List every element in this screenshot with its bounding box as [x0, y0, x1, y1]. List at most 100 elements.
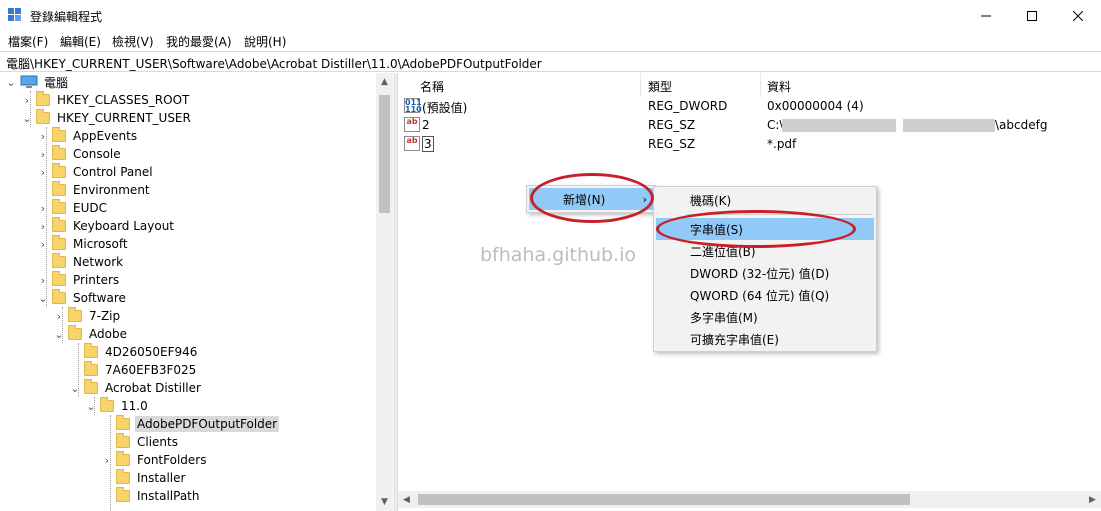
value-data-prefix: C:\ — [767, 118, 784, 132]
folder-icon — [52, 289, 66, 304]
expand-toggle[interactable]: › — [20, 93, 34, 107]
expand-toggle[interactable]: › — [36, 165, 50, 179]
expand-toggle[interactable]: › — [36, 237, 50, 251]
list-scroll-thumb[interactable] — [418, 494, 910, 505]
tree-item-appevents[interactable]: › AppEvents — [36, 127, 139, 145]
value-type: REG_SZ — [648, 137, 696, 151]
folder-icon — [52, 235, 66, 250]
expand-toggle[interactable]: › — [52, 309, 66, 323]
column-data-header[interactable]: 資料 — [767, 78, 791, 95]
tree-item-environment[interactable]: Environment — [36, 181, 152, 199]
tree-item-11-0[interactable]: ⌄ 11.0 — [84, 397, 150, 415]
tree-item-network[interactable]: Network — [36, 253, 125, 271]
folder-icon — [52, 145, 66, 160]
tree-item-hkcr[interactable]: › HKEY_CLASSES_ROOT — [20, 91, 191, 109]
collapse-toggle[interactable]: ⌄ — [68, 381, 82, 395]
address-bar[interactable]: 電腦\HKEY_CURRENT_USER\Software\Adobe\Acro… — [0, 51, 1101, 72]
close-button[interactable] — [1055, 0, 1101, 31]
value-row[interactable]: 011 110 (預設值) REG_DWORD 0x00000004 (4) — [398, 97, 1101, 116]
folder-icon — [116, 487, 130, 502]
menu-help[interactable]: 說明(H) — [244, 33, 286, 50]
tree-item-installpath[interactable]: InstallPath — [100, 487, 201, 505]
tree-item-clients[interactable]: Clients — [100, 433, 180, 451]
tree-item-software[interactable]: ⌄ Software — [36, 289, 128, 307]
folder-icon — [36, 91, 50, 106]
menu-item-multi-string-value[interactable]: 多字串值(M) — [656, 306, 874, 328]
expand-toggle[interactable]: › — [36, 219, 50, 233]
collapse-toggle[interactable]: ⌄ — [52, 327, 66, 341]
expand-toggle[interactable]: › — [36, 129, 50, 143]
menu-item-label: 二進位值(B) — [690, 244, 756, 259]
expand-toggle[interactable]: › — [36, 273, 50, 287]
address-path[interactable]: 電腦\HKEY_CURRENT_USER\Software\Adobe\Acro… — [6, 55, 542, 72]
value-row[interactable]: ab 3 REG_SZ *.pdf — [398, 135, 1101, 154]
menu-file[interactable]: 檔案(F) — [8, 33, 48, 50]
value-data-suffix: \abcdefg — [995, 118, 1048, 132]
value-name-edit[interactable]: 3 — [422, 136, 434, 152]
tree-item-keyboard-layout[interactable]: › Keyboard Layout — [36, 217, 176, 235]
column-type-header[interactable]: 類型 — [648, 78, 672, 95]
tree-item-7zip[interactable]: › 7-Zip — [52, 307, 122, 325]
menu-item-new[interactable]: 新增(N) › — [529, 188, 653, 210]
scroll-up-icon[interactable]: ▲ — [376, 73, 393, 90]
tree-item-control-panel[interactable]: › Control Panel — [36, 163, 155, 181]
tree-item-computer[interactable]: ⌄ 電腦 — [4, 73, 70, 91]
tree-vertical-scrollbar[interactable]: ▲ ▼ — [376, 73, 393, 511]
scroll-left-icon[interactable]: ◀ — [398, 491, 415, 508]
collapse-toggle[interactable]: ⌄ — [4, 75, 18, 89]
collapse-toggle[interactable]: ⌄ — [20, 111, 34, 125]
list-horizontal-scrollbar[interactable]: ◀ ▶ — [398, 491, 1101, 508]
menu-view[interactable]: 檢視(V) — [112, 33, 154, 50]
menu-separator — [686, 214, 872, 215]
tree-item-acrobat-distiller[interactable]: ⌄ Acrobat Distiller — [68, 379, 203, 397]
expand-toggle[interactable]: › — [36, 147, 50, 161]
tree-item-printers[interactable]: › Printers — [36, 271, 121, 289]
tree-item-label: AdobePDFOutputFolder — [135, 416, 280, 432]
tree-item-installer[interactable]: Installer — [100, 469, 187, 487]
maximize-button[interactable] — [1009, 0, 1055, 31]
menu-item-string-value[interactable]: 字串值(S) — [656, 218, 874, 240]
tree-item-label: 11.0 — [121, 399, 148, 413]
menu-bar: 檔案(F) 編輯(E) 檢視(V) 我的最愛(A) 說明(H) — [0, 31, 1101, 51]
value-name: 2 — [422, 118, 430, 132]
tree-item-label: Installer — [137, 471, 186, 485]
menu-item-label: 機碼(K) — [690, 193, 732, 208]
tree-item-7a60efb3f025[interactable]: 7A60EFB3F025 — [68, 361, 198, 379]
column-divider[interactable] — [760, 73, 761, 97]
column-divider[interactable] — [640, 73, 641, 97]
tree-item-4d26050ef946[interactable]: 4D26050EF946 — [68, 343, 199, 361]
menu-item-binary-value[interactable]: 二進位值(B) — [656, 240, 874, 262]
registry-editor-icon — [8, 8, 21, 21]
scroll-right-icon[interactable]: ▶ — [1084, 491, 1101, 508]
expand-toggle[interactable]: › — [100, 453, 114, 467]
scroll-down-icon[interactable]: ▼ — [376, 493, 393, 510]
column-name-header[interactable]: 名稱 — [420, 78, 444, 95]
menu-item-expandable-string-value[interactable]: 可擴充字串值(E) — [656, 328, 874, 350]
key-tree: ⌄ 電腦 › HKEY_CLASSES_ROOT ⌄ HKEY_CURRENT_… — [0, 73, 394, 511]
tree-item-microsoft[interactable]: › Microsoft — [36, 235, 130, 253]
tree-item-hkcu[interactable]: ⌄ HKEY_CURRENT_USER — [20, 109, 193, 127]
new-submenu: 機碼(K) 字串值(S) 二進位值(B) DWORD (32-位元) 值(D) … — [653, 186, 877, 352]
folder-icon — [116, 433, 130, 448]
menu-item-qword-value[interactable]: QWORD (64 位元) 值(Q) — [656, 284, 874, 306]
minimize-button[interactable] — [963, 0, 1009, 31]
menu-item-label: 新增(N) — [563, 192, 606, 207]
menu-edit[interactable]: 編輯(E) — [60, 33, 101, 50]
tree-item-adobepdfoutputfolder[interactable]: AdobePDFOutputFolder — [100, 415, 280, 433]
tree-item-fontfolders[interactable]: › FontFolders — [100, 451, 208, 469]
menu-item-key[interactable]: 機碼(K) — [656, 189, 874, 211]
menu-item-dword-value[interactable]: DWORD (32-位元) 值(D) — [656, 262, 874, 284]
tree-item-label: HKEY_CLASSES_ROOT — [57, 93, 190, 107]
expand-toggle[interactable]: › — [36, 201, 50, 215]
collapse-toggle[interactable]: ⌄ — [84, 399, 98, 413]
tree-scroll-thumb[interactable] — [379, 95, 390, 213]
collapse-toggle[interactable]: ⌄ — [36, 291, 50, 305]
tree-item-eudc[interactable]: › EUDC — [36, 199, 109, 217]
folder-icon — [68, 307, 82, 322]
tree-item-console[interactable]: › Console — [36, 145, 123, 163]
value-row[interactable]: ab 2 REG_SZ C:\ \abcdefg — [398, 116, 1101, 135]
menu-favorites[interactable]: 我的最愛(A) — [166, 33, 232, 50]
menu-item-label: 字串值(S) — [690, 222, 743, 237]
tree-item-adobe[interactable]: ⌄ Adobe — [52, 325, 129, 343]
